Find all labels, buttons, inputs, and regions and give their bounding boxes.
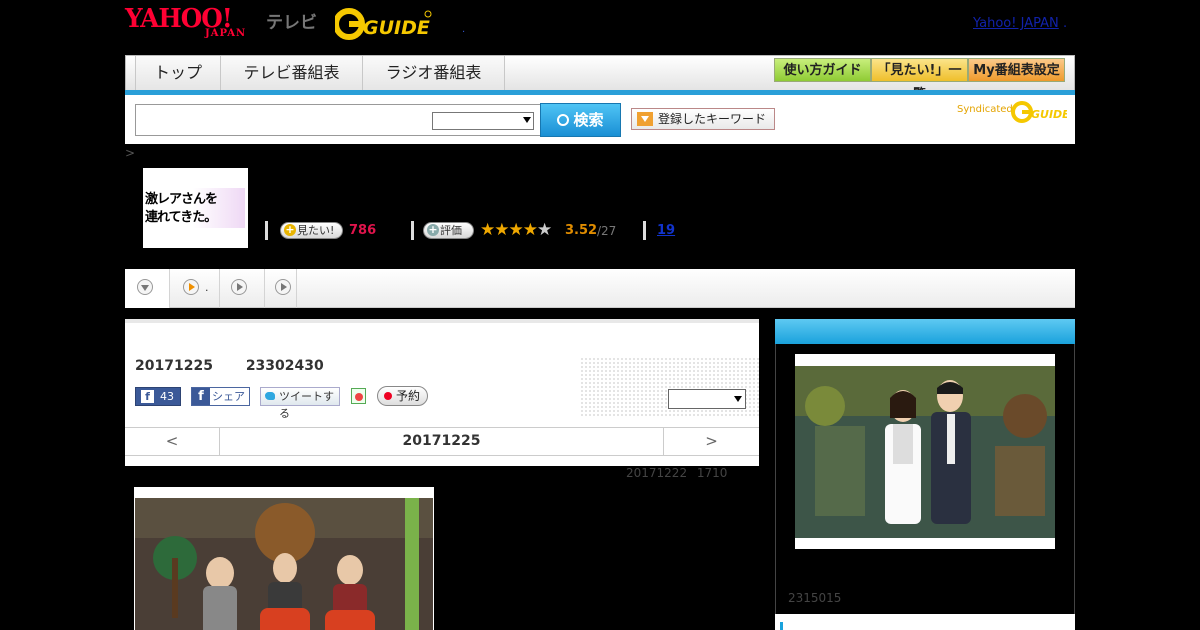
sidebar-photo-graphic	[795, 366, 1055, 538]
plus-icon: +	[427, 223, 439, 236]
divider	[265, 221, 268, 240]
search-button[interactable]: 検索	[540, 103, 621, 137]
previous-date-button[interactable]: <	[125, 428, 220, 455]
panel-top-stripe	[125, 319, 759, 323]
next-date-button[interactable]: >	[663, 428, 759, 455]
empty-star-icon: ★	[537, 220, 552, 240]
divider	[411, 221, 414, 240]
yahoo-japan-link-tail: .	[1063, 16, 1068, 31]
yahoo-logo-sub: JAPAN	[205, 28, 247, 39]
thumbnail-title-line2: 連れてきた。	[145, 210, 217, 225]
thumbnail-title-line1: 激レアさんを	[145, 192, 218, 207]
program-thumbnail[interactable]: 激レアさんを 連れてきた。	[143, 168, 248, 248]
main-nav: トップ テレビ番組表 ラジオ番組表 使い方ガイド 「見たい!」一覧 My番組表設…	[125, 55, 1075, 102]
search-bar: 検索 登録したキーワード Syndicated GUIDE	[125, 95, 1075, 144]
tweet-label: ツイートする	[279, 390, 334, 420]
air-time: 20171225 23302430	[135, 358, 324, 374]
review-count-link[interactable]: 19	[657, 223, 675, 238]
program-tab-1[interactable]: .	[170, 269, 220, 308]
facebook-icon: f	[141, 390, 154, 403]
record-reservation-button[interactable]: 予約	[377, 386, 428, 406]
sidebar-bottom-box	[775, 614, 1075, 630]
divider	[643, 221, 646, 240]
program-tab-overview[interactable]	[125, 269, 170, 308]
sidebar-photo-caption: 2315015	[788, 591, 842, 605]
usage-guide-button[interactable]: 使い方ガイド	[774, 58, 871, 82]
tweet-button[interactable]: ツイートする	[260, 387, 340, 420]
sidebar-photo-scene	[795, 366, 1055, 538]
nav-tab-tv-listings[interactable]: テレビ番組表	[220, 56, 363, 90]
facebook-like-button[interactable]: f 43	[135, 387, 181, 406]
search-category-select[interactable]	[432, 112, 534, 130]
search-button-label: 検索	[573, 111, 604, 129]
yahoo-japan-link[interactable]: Yahoo! JAPAN	[973, 16, 1059, 31]
syndicated-logo-text: GUIDE	[1031, 108, 1067, 121]
facebook-share-label: シェア	[212, 390, 245, 403]
program-tab-2[interactable]	[220, 269, 265, 308]
syndicated-gguide-graphic: GUIDE	[1011, 101, 1067, 123]
rate-button[interactable]: + 評価	[423, 222, 474, 239]
episode-panel: 20171225 23302430 f 43 f シェア ツイートする 予約 <…	[125, 319, 759, 466]
want-to-watch-label: 見たい!	[297, 224, 335, 237]
updated-timestamp: 20171222 1710	[626, 466, 728, 480]
facebook-share-button[interactable]: f シェア	[191, 387, 250, 406]
play-icon	[183, 279, 199, 295]
yahoo-japan-logo[interactable]: YAHOO! JAPAN	[125, 6, 263, 42]
add-to-calendar-icon[interactable]	[351, 388, 366, 404]
air-time-range: 23302430	[245, 358, 324, 374]
program-tab-1-label: .	[205, 281, 209, 294]
episode-photo-scene	[135, 498, 433, 630]
star-icon: ★	[494, 220, 509, 240]
sidebar-photo[interactable]	[795, 354, 1055, 549]
rating-count: /27	[597, 224, 617, 238]
tv-label: テレビ	[266, 13, 317, 33]
episode-photo[interactable]	[134, 487, 434, 630]
gguide-logo-text: GUIDE	[363, 17, 430, 39]
want-count: 786	[349, 223, 377, 238]
program-tab-3[interactable]	[265, 269, 297, 308]
saved-keywords-label: 登録したキーワード	[658, 112, 767, 126]
want-to-watch-button[interactable]: + 見たい!	[280, 222, 343, 239]
nav-tab-top[interactable]: トップ	[135, 56, 221, 90]
want-list-button[interactable]: 「見たい!」一覧	[871, 58, 968, 102]
facebook-like-count: 43	[160, 390, 174, 403]
gguide-logo-graphic: GUIDE	[335, 8, 432, 40]
episode-select[interactable]	[668, 389, 746, 409]
rate-button-label: 評価	[440, 224, 462, 237]
nav-tab-radio-listings[interactable]: ラジオ番組表	[362, 56, 505, 90]
dropdown-arrow-icon	[523, 117, 531, 123]
star-icon: ★	[508, 220, 524, 240]
play-icon	[231, 279, 247, 295]
air-date: 20171225	[135, 358, 213, 374]
dropdown-arrow-icon	[734, 396, 742, 402]
star-icon: ★	[480, 220, 495, 240]
rating-value: 3.52	[565, 223, 598, 238]
sidebar-accent-bar	[780, 622, 783, 630]
syndicated-label: Syndicated	[957, 104, 1013, 115]
gguide-logo[interactable]: GUIDE	[335, 8, 435, 40]
twitter-bird-icon	[265, 392, 275, 400]
chevron-down-icon	[137, 279, 153, 295]
play-icon	[275, 279, 291, 295]
facebook-icon: f	[192, 388, 210, 405]
breadcrumb: >	[125, 146, 136, 160]
current-date: 20171225	[402, 433, 481, 449]
episode-photo-graphic	[135, 498, 433, 630]
dropdown-triangle-icon	[637, 112, 653, 126]
program-tabs: .	[125, 269, 1075, 308]
record-dot-icon	[384, 392, 392, 400]
date-navigation: < 20171225 >	[125, 427, 759, 456]
sidebar-header	[775, 319, 1075, 344]
rating-stars: ★★★★★	[480, 220, 552, 240]
header-dot: .	[462, 24, 466, 35]
half-star-icon: ★	[522, 220, 538, 240]
record-label: 予約	[396, 389, 421, 403]
syndicated-gguide-logo: GUIDE	[1011, 100, 1067, 124]
saved-keywords-button[interactable]: 登録したキーワード	[631, 108, 775, 130]
my-listing-settings-button[interactable]: My番組表設定	[968, 58, 1065, 82]
search-icon	[557, 114, 570, 126]
plus-icon: +	[284, 223, 296, 236]
